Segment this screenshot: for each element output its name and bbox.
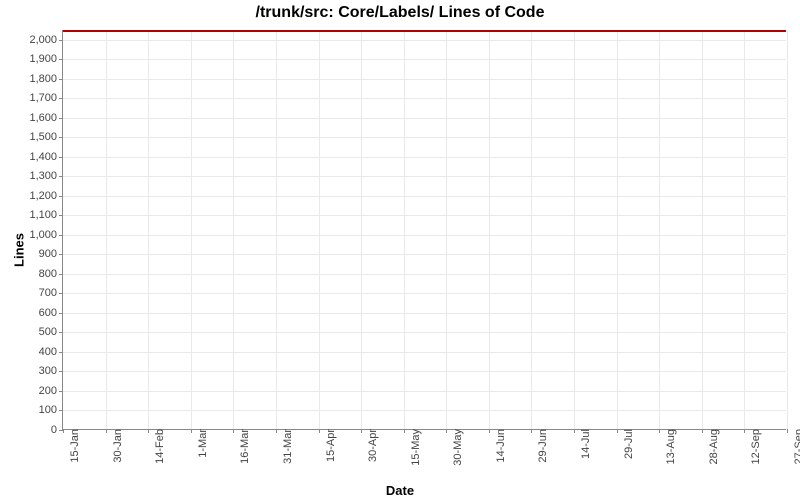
ytick-label: 300 [39, 365, 63, 377]
gridline-h [63, 118, 786, 119]
ytick-label: 1,600 [29, 112, 63, 124]
gridline-h [63, 215, 786, 216]
xtick-label: 14-Jul [574, 429, 592, 459]
gridline-v [574, 30, 575, 429]
gridline-v [361, 30, 362, 429]
xtick-label: 12-Sep [744, 429, 762, 464]
gridline-h [63, 371, 786, 372]
gridline-h [63, 196, 786, 197]
ytick-label: 700 [39, 287, 63, 299]
gridline-h [63, 391, 786, 392]
gridline-h [63, 137, 786, 138]
x-axis-label: Date [0, 483, 800, 498]
gridline-h [63, 313, 786, 314]
ytick-label: 200 [39, 385, 63, 397]
plot-area: 01002003004005006007008009001,0001,1001,… [62, 30, 786, 430]
xtick-label: 16-Mar [233, 429, 251, 464]
xtick-label: 28-Aug [702, 429, 720, 464]
xtick-label: 30-May [446, 429, 464, 466]
gridline-v [744, 30, 745, 429]
gridline-v [489, 30, 490, 429]
gridline-v [148, 30, 149, 429]
ytick-label: 2,000 [29, 34, 63, 46]
ytick-label: 1,200 [29, 190, 63, 202]
ytick-label: 500 [39, 326, 63, 338]
gridline-h [63, 254, 786, 255]
ytick-label: 400 [39, 346, 63, 358]
ytick-label: 1,700 [29, 92, 63, 104]
ytick-label: 1,400 [29, 151, 63, 163]
xtick-label: 29-Jun [531, 429, 549, 463]
xtick-label: 15-May [404, 429, 422, 466]
gridline-h [63, 274, 786, 275]
gridline-h [63, 235, 786, 236]
ytick-label: 600 [39, 307, 63, 319]
gridline-v [531, 30, 532, 429]
gridline-v [659, 30, 660, 429]
gridline-h [63, 293, 786, 294]
gridline-v [446, 30, 447, 429]
gridline-v [404, 30, 405, 429]
xtick-label: 15-Apr [319, 429, 337, 462]
gridline-v [276, 30, 277, 429]
ytick-label: 1,800 [29, 73, 63, 85]
ytick-label: 900 [39, 248, 63, 260]
xtick-label: 15-Jan [63, 429, 81, 463]
ytick-label: 1,300 [29, 170, 63, 182]
gridline-v [319, 30, 320, 429]
gridline-h [63, 176, 786, 177]
gridline-v [233, 30, 234, 429]
xtick-label: 13-Aug [659, 429, 677, 464]
gridline-h [63, 98, 786, 99]
xtick-label: 29-Jul [617, 429, 635, 459]
ytick-label: 1,000 [29, 229, 63, 241]
xtick-label: 31-Mar [276, 429, 294, 464]
gridline-v [787, 30, 788, 429]
xtick-label: 27-Sep [787, 429, 800, 464]
xtick-label: 14-Jun [489, 429, 507, 463]
ytick-label: 0 [51, 424, 63, 436]
gridline-h [63, 79, 786, 80]
gridline-h [63, 332, 786, 333]
gridline-h [63, 59, 786, 60]
xtick-label: 30-Jan [106, 429, 124, 463]
xtick-label: 1-Mar [191, 429, 209, 458]
ytick-label: 1,100 [29, 209, 63, 221]
gridline-v [106, 30, 107, 429]
y-axis-label: Lines [11, 233, 26, 267]
ytick-label: 800 [39, 268, 63, 280]
xtick-label: 30-Apr [361, 429, 379, 462]
ytick-label: 1,900 [29, 53, 63, 65]
ytick-label: 1,500 [29, 131, 63, 143]
gridline-h [63, 40, 786, 41]
loc-chart: /trunk/src: Core/Labels/ Lines of Code L… [0, 0, 800, 500]
gridline-v [191, 30, 192, 429]
series-line [63, 30, 786, 32]
ytick-label: 100 [39, 404, 63, 416]
gridline-h [63, 410, 786, 411]
gridline-h [63, 352, 786, 353]
gridline-v [702, 30, 703, 429]
chart-title: /trunk/src: Core/Labels/ Lines of Code [0, 4, 800, 22]
gridline-v [617, 30, 618, 429]
gridline-h [63, 157, 786, 158]
xtick-label: 14-Feb [148, 429, 166, 464]
